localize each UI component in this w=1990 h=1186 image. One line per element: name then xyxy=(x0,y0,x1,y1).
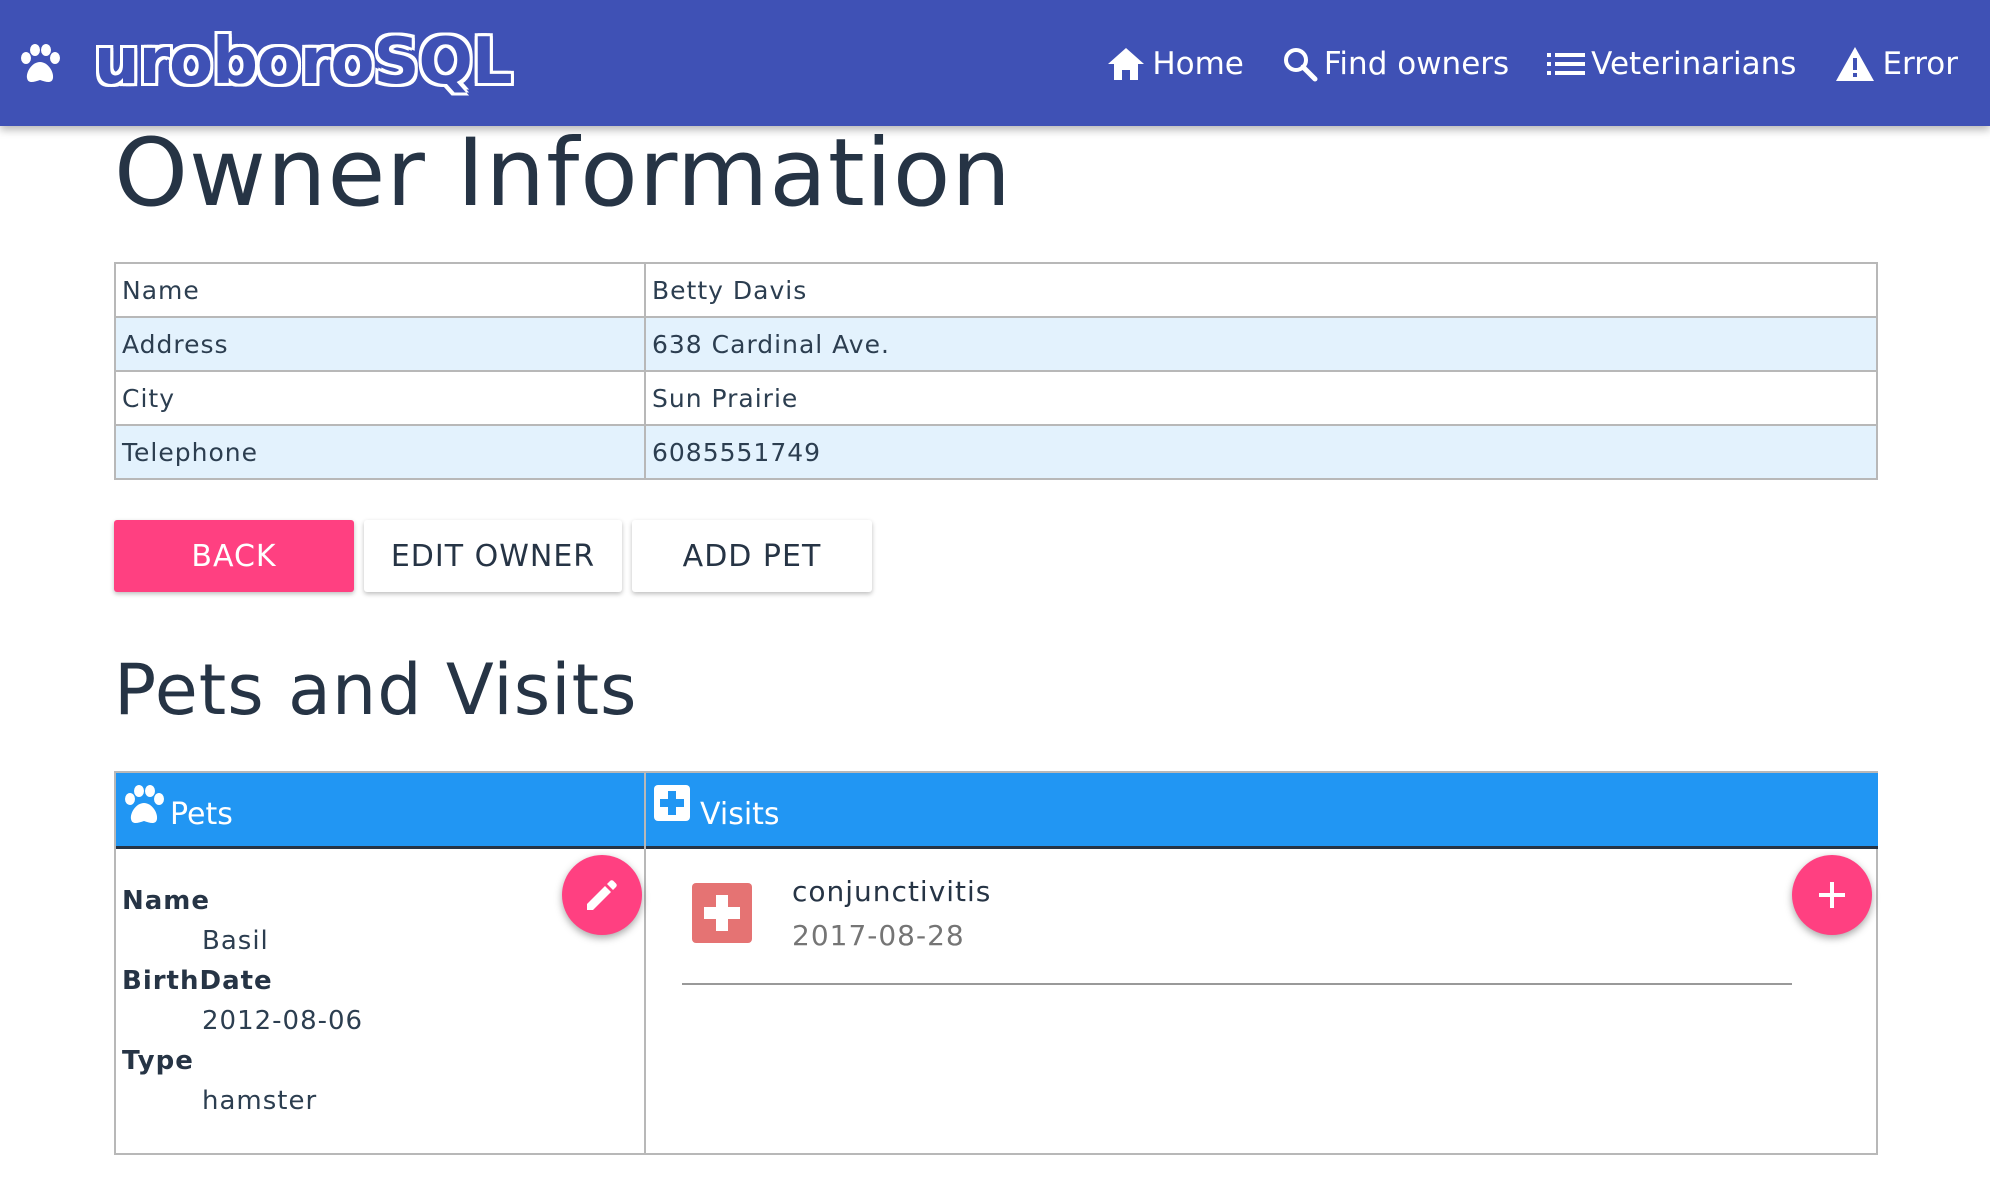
owner-telephone-value: 6085551749 xyxy=(644,424,1878,480)
pets-header: Pets xyxy=(116,773,644,849)
medical-cross-icon xyxy=(692,883,752,943)
nav-find-owners-label: Find owners xyxy=(1323,46,1510,82)
table-row: Address 638 Cardinal Ave. xyxy=(114,316,1878,372)
pet-birthdate-value: 2012-08-06 xyxy=(202,1006,364,1036)
nav-veterinarians-label: Veterinarians xyxy=(1591,46,1797,82)
visits-header: Visits xyxy=(646,773,1878,849)
nav-home[interactable]: Home xyxy=(1106,46,1244,82)
owner-address-label: Address xyxy=(114,316,646,372)
owner-name-label: Name xyxy=(114,262,646,318)
visit-description: conjunctivitis xyxy=(792,875,992,908)
logo-text: uroboro xyxy=(94,25,374,99)
owner-name-value: Betty Davis xyxy=(644,262,1878,318)
medical-cross-icon xyxy=(654,785,690,821)
warning-icon xyxy=(1836,47,1875,81)
visit-date: 2017-08-28 xyxy=(792,919,965,952)
table-row: Telephone 6085551749 xyxy=(114,424,1878,480)
main-nav: Home Find owners Veterinarians Error xyxy=(1106,36,1958,92)
owner-telephone-label: Telephone xyxy=(114,424,646,480)
back-button[interactable]: BACK xyxy=(114,520,354,592)
paw-icon xyxy=(125,785,164,823)
edit-owner-button[interactable]: EDIT OWNER xyxy=(364,520,622,592)
pet-details: Name Basil BirthDate 2012-08-06 Type ham… xyxy=(122,881,363,1121)
edit-pet-button[interactable] xyxy=(562,855,642,935)
pets-header-label: Pets xyxy=(170,797,233,832)
pet-name-label: Name xyxy=(122,886,211,916)
nav-find-owners[interactable]: Find owners xyxy=(1282,46,1509,82)
plus-icon xyxy=(1819,882,1845,908)
section-title: Pets and Visits xyxy=(114,649,638,731)
pencil-icon xyxy=(587,880,617,910)
owner-address-value: 638 Cardinal Ave. xyxy=(644,316,1878,372)
paw-icon[interactable] xyxy=(18,42,62,86)
page-title: Owner Information xyxy=(114,119,1012,228)
add-pet-button[interactable]: ADD PET xyxy=(632,520,872,592)
top-navbar: uroboro SQL Home Find owners Veterinarian… xyxy=(0,0,1990,126)
add-visit-button[interactable] xyxy=(1792,855,1872,935)
pet-name-value: Basil xyxy=(202,926,269,956)
pet-type-label: Type xyxy=(122,1046,194,1076)
logo-text-sql: SQL xyxy=(373,25,512,99)
app-logo[interactable]: uroboro SQL xyxy=(94,14,513,110)
owner-info-table: Name Betty Davis Address 638 Cardinal Av… xyxy=(114,262,1878,480)
nav-error-label: Error xyxy=(1882,46,1958,82)
nav-error[interactable]: Error xyxy=(1834,45,1958,83)
table-row: Name Betty Davis xyxy=(114,262,1878,318)
visits-header-label: Visits xyxy=(700,797,780,832)
table-row: City Sun Prairie xyxy=(114,370,1878,426)
search-icon xyxy=(1283,48,1318,82)
list-icon xyxy=(1547,53,1586,75)
nav-home-label: Home xyxy=(1152,46,1244,82)
pet-type-value: hamster xyxy=(202,1086,318,1116)
nav-veterinarians[interactable]: Veterinarians xyxy=(1547,46,1796,82)
pet-birthdate-label: BirthDate xyxy=(122,966,273,996)
owner-city-label: City xyxy=(114,370,646,426)
list-item: conjunctivitis 2017-08-28 xyxy=(682,871,1792,985)
home-icon xyxy=(1108,48,1145,80)
owner-city-value: Sun Prairie xyxy=(644,370,1878,426)
